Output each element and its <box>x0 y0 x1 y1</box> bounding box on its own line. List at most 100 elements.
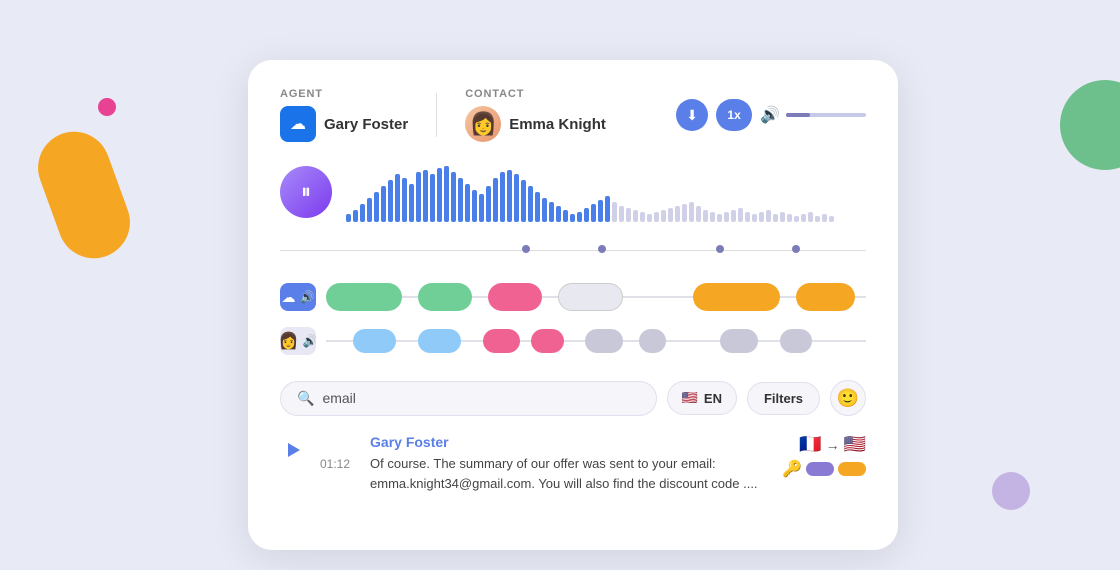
waveform-bar <box>472 190 477 222</box>
tag-pill-purple <box>806 462 834 476</box>
waveform-bar <box>801 214 806 222</box>
waveform-section: ⏸ <box>280 162 866 222</box>
timeline-marker-4 <box>791 240 801 258</box>
transcript-header: Gary Foster <box>370 434 770 450</box>
waveform-bar <box>500 172 505 222</box>
agent-label: AGENT <box>280 88 408 100</box>
agent-seg-2 <box>418 283 472 311</box>
agent-section: AGENT ☁ Gary Foster <box>280 88 408 142</box>
bg-decoration-pink <box>98 98 116 116</box>
volume-bar[interactable] <box>786 113 866 117</box>
waveform-bar <box>528 186 533 222</box>
waveform-bar <box>465 184 470 222</box>
waveform-bar <box>780 212 785 222</box>
contact-track: 👩 🔊 <box>280 324 866 358</box>
waveform-bar <box>479 194 484 222</box>
contact-seg-7 <box>720 329 758 353</box>
header-row: AGENT ☁ Gary Foster CONTACT 👩 Emma Knigh… <box>280 88 866 142</box>
agent-seg-1 <box>326 283 402 311</box>
waveform-bar <box>689 202 694 222</box>
waveform-bar <box>381 186 386 222</box>
waveform-bar <box>738 208 743 222</box>
waveform-bar <box>598 200 603 222</box>
transcript-time-wrap: 01:12 <box>320 457 350 471</box>
search-input[interactable] <box>322 390 639 406</box>
waveform-bar <box>388 180 393 222</box>
transcript-play-button[interactable] <box>280 436 308 464</box>
filters-label: Filters <box>764 391 803 406</box>
waveform-bar <box>675 206 680 222</box>
agent-seg-4 <box>558 283 623 311</box>
flag-to: 🇺🇸 <box>844 434 866 455</box>
contact-track-avatar: 👩 <box>280 331 298 351</box>
speaker-tracks: ☁ 🔊 👩 🔊 <box>280 280 866 358</box>
contact-segments <box>326 327 866 355</box>
waveform-bar <box>367 198 372 222</box>
waveform[interactable] <box>346 162 866 222</box>
waveform-bar <box>395 174 400 222</box>
contact-track-audio-icon: 🔊 <box>302 334 316 348</box>
marker-dot-4 <box>792 245 800 253</box>
speed-label: 1x <box>727 108 740 122</box>
waveform-bar <box>563 210 568 222</box>
emoji-filter-icon: 🙂 <box>837 388 859 409</box>
waveform-bar <box>535 192 540 222</box>
timeline-marker-3 <box>715 240 725 258</box>
language-button[interactable]: 🇺🇸 EN <box>667 381 737 415</box>
waveform-bar <box>416 172 421 222</box>
timeline <box>280 240 866 260</box>
download-button[interactable]: ⬇ <box>676 99 708 131</box>
translation-arrow: → <box>826 437 840 453</box>
transcript-time: 01:12 <box>320 457 350 471</box>
pause-button[interactable]: ⏸ <box>280 166 332 218</box>
waveform-bar <box>696 206 701 222</box>
emoji-filter-button[interactable]: 🙂 <box>830 380 866 416</box>
contact-name: Emma Knight <box>509 116 606 133</box>
waveform-bar <box>577 212 582 222</box>
waveform-bar <box>486 186 491 222</box>
agent-track-audio-icon: 🔊 <box>300 290 315 304</box>
waveform-bar <box>822 214 827 222</box>
agent-avatar: ☁ <box>280 106 316 142</box>
transcript-text: Of course. The summary of our offer was … <box>370 454 770 493</box>
header-divider <box>436 93 437 137</box>
waveform-bar <box>731 210 736 222</box>
marker-dot-2 <box>598 245 606 253</box>
waveform-bar <box>451 172 456 222</box>
waveform-bar <box>346 214 351 222</box>
waveform-bar <box>570 214 575 222</box>
waveform-bar <box>654 212 659 222</box>
waveform-bar <box>717 214 722 222</box>
play-triangle-icon <box>288 443 300 457</box>
download-icon: ⬇ <box>686 107 698 124</box>
waveform-bar <box>353 210 358 222</box>
waveform-bar <box>633 210 638 222</box>
tag-row: 🔑 <box>782 459 866 479</box>
transcript-speaker: Gary Foster <box>370 434 449 450</box>
waveform-bar <box>591 204 596 222</box>
transcript-entry: 01:12 Gary Foster Of course. The summary… <box>280 434 866 493</box>
waveform-bar <box>437 168 442 222</box>
waveform-bar <box>374 192 379 222</box>
contact-avatar-emoji: 👩 <box>470 111 497 137</box>
contact-section: CONTACT 👩 Emma Knight <box>465 88 606 142</box>
language-code: EN <box>704 391 722 406</box>
speed-button[interactable]: 1x <box>716 99 752 131</box>
contact-seg-4 <box>531 329 563 353</box>
search-input-wrapper[interactable]: 🔍 <box>280 381 657 416</box>
filters-button[interactable]: Filters <box>747 382 820 415</box>
volume-icon: 🔊 <box>760 105 780 125</box>
playback-controls: ⬇ 1x 🔊 <box>676 99 866 131</box>
waveform-bar <box>815 216 820 222</box>
waveform-bar <box>724 212 729 222</box>
agent-track: ☁ 🔊 <box>280 280 866 314</box>
marker-dot-3 <box>716 245 724 253</box>
waveform-bar <box>521 180 526 222</box>
waveform-bar <box>619 206 624 222</box>
waveform-bar <box>794 216 799 222</box>
waveform-bar <box>829 216 834 222</box>
bg-decoration-green <box>1060 80 1120 170</box>
waveform-bar <box>647 214 652 222</box>
flag-from: 🇫🇷 <box>799 434 821 455</box>
waveform-bar <box>542 198 547 222</box>
